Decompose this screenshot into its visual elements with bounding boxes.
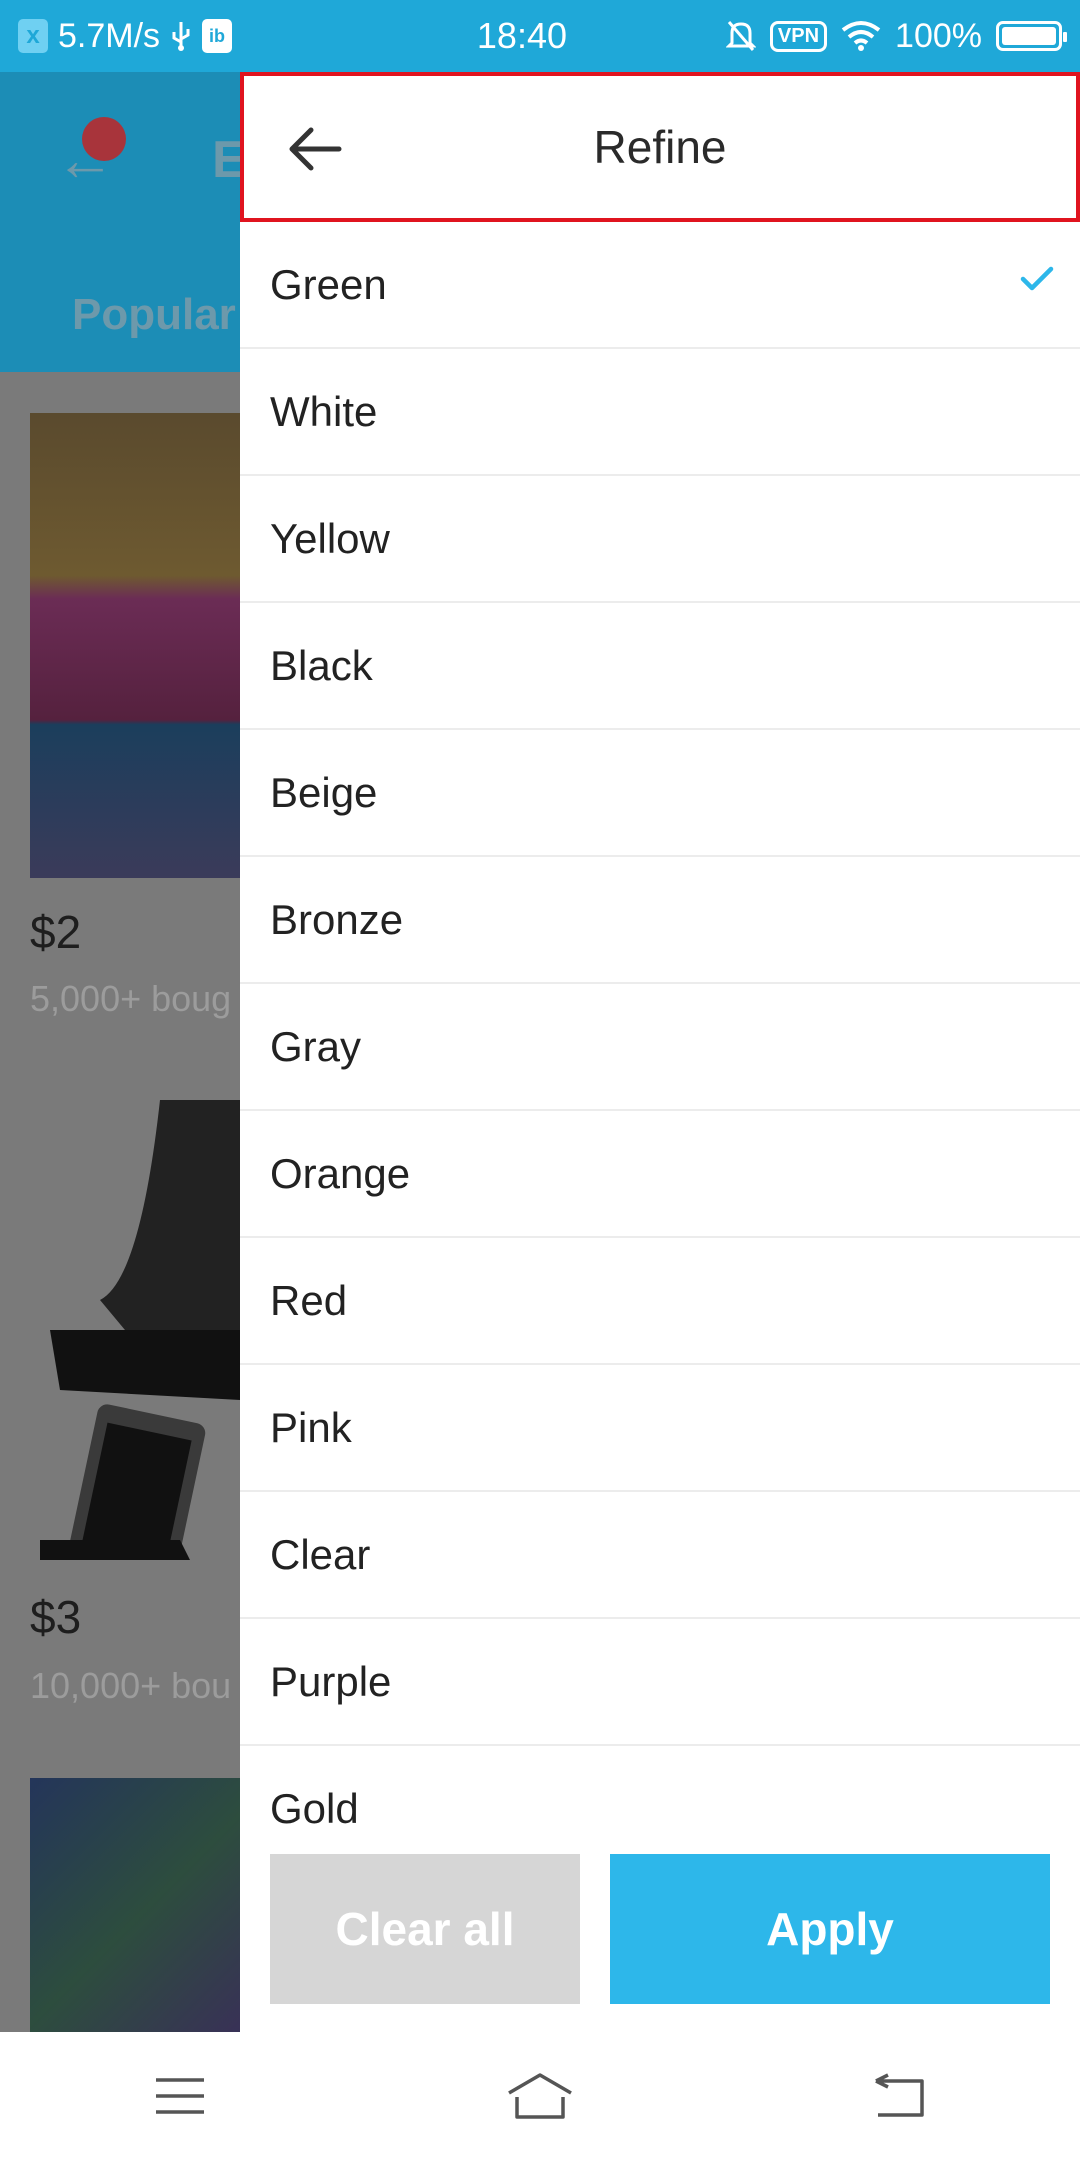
usb-icon (172, 22, 190, 51)
background-tab-popular: Popular (72, 290, 236, 339)
product-image (30, 413, 270, 878)
return-button[interactable] (840, 2056, 960, 2136)
refine-title: Refine (593, 121, 727, 173)
color-option[interactable]: Green (240, 222, 1080, 349)
color-option[interactable]: Clear (240, 1492, 1080, 1619)
product-price: $2 (30, 906, 82, 958)
color-option-label: Beige (270, 768, 378, 816)
system-nav-bar (0, 2032, 1080, 2160)
return-icon (875, 2073, 924, 2117)
menu-icon (156, 2078, 204, 2114)
product-price: $3 (30, 1591, 82, 1643)
arrow-left-icon (289, 127, 342, 171)
refine-drawer: Refine Green White Yellow Black Beige Br… (240, 72, 1080, 2032)
color-option-label: Red (270, 1276, 348, 1324)
color-option-label: Green (270, 260, 387, 308)
battery-icon (996, 21, 1067, 51)
color-option-label: Gold (270, 1784, 359, 1828)
color-option-label: Pink (270, 1403, 352, 1451)
color-option[interactable]: Bronze (240, 857, 1080, 984)
clear-all-button[interactable]: Clear all (270, 1854, 580, 2004)
color-option[interactable]: White (240, 349, 1080, 476)
color-option[interactable]: Orange (240, 1111, 1080, 1238)
refine-footer: Clear all Apply (240, 1827, 1080, 2032)
refine-header: Refine (240, 72, 1080, 222)
network-speed: 5.7M/s (58, 16, 161, 55)
color-option-label: Orange (270, 1149, 411, 1197)
color-option-label: Black (270, 641, 373, 689)
color-option[interactable]: Pink (240, 1365, 1080, 1492)
notification-icon: x (18, 19, 48, 53)
product-image (40, 1100, 240, 1560)
color-option[interactable]: Gold (240, 1746, 1080, 1828)
color-option[interactable]: Purple (240, 1619, 1080, 1746)
color-option-label: Clear (270, 1530, 371, 1578)
vpn-icon: VPN (769, 20, 828, 52)
product-image (30, 1778, 270, 2033)
mute-icon (725, 21, 756, 51)
apply-button[interactable]: Apply (610, 1854, 1050, 2004)
status-bar: x 5.7M/s ib 18:40 VPN 100% (0, 0, 1080, 72)
home-button[interactable] (480, 2056, 600, 2136)
color-option-label: Bronze (270, 895, 404, 943)
home-icon (508, 2073, 572, 2119)
clock: 18:40 (476, 15, 567, 56)
color-option[interactable]: Yellow (240, 476, 1080, 603)
color-option[interactable]: Black (240, 603, 1080, 730)
color-option-label: White (270, 387, 378, 435)
color-option[interactable]: Red (240, 1238, 1080, 1365)
color-option-label: Gray (270, 1022, 362, 1070)
product-sold: 5,000+ boug (30, 978, 232, 1019)
background-badge (82, 117, 126, 161)
wifi-icon (841, 21, 881, 51)
menu-button[interactable] (120, 2056, 240, 2136)
color-option-label: Purple (270, 1657, 392, 1705)
check-icon (1020, 266, 1054, 291)
color-option[interactable]: Gray (240, 984, 1080, 1111)
color-option-label: Yellow (270, 514, 390, 562)
back-button[interactable] (280, 114, 350, 184)
color-option[interactable]: Beige (240, 730, 1080, 857)
color-option-list[interactable]: Green White Yellow Black Beige Bronze Gr… (240, 222, 1080, 1827)
app-icon: ib (202, 19, 233, 53)
product-sold: 10,000+ bou (30, 1665, 232, 1706)
battery-percent: 100% (895, 16, 982, 55)
